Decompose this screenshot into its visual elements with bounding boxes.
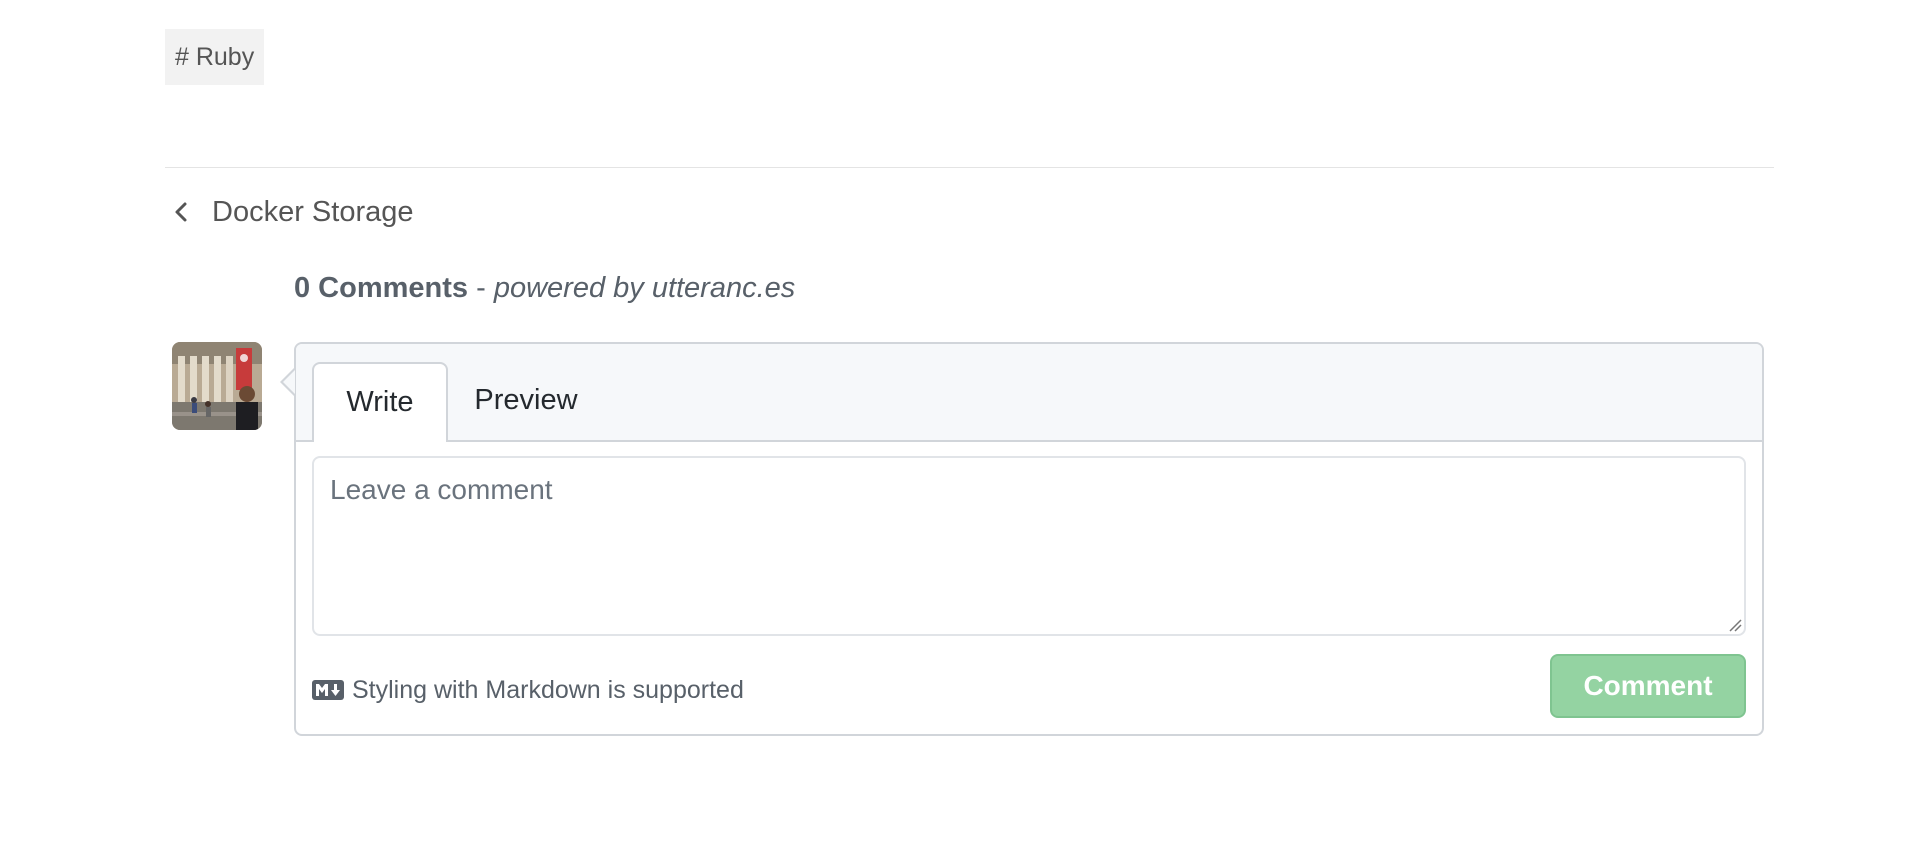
section-divider [165,167,1774,168]
markdown-note-text: Styling with Markdown is supported [352,675,744,704]
comment-input[interactable] [312,456,1746,636]
avatar[interactable] [172,342,262,430]
page: # Ruby Docker Storage 0 Comments - power… [0,0,1916,854]
comment-box-arrow-inner [283,370,295,394]
markdown-icon [312,680,344,700]
tab-preview[interactable]: Preview [458,362,594,442]
tab-write[interactable]: Write [312,362,448,442]
comment-button[interactable]: Comment [1550,654,1746,718]
resize-handle-icon[interactable] [1728,618,1742,632]
comments-separator: - [468,272,494,304]
editor-tab-bar: Write Preview [296,344,1762,442]
previous-post-title: Docker Storage [212,195,414,228]
markdown-support-note[interactable]: Styling with Markdown is supported [312,670,744,710]
chevron-left-icon [170,200,194,224]
previous-post-link[interactable]: Docker Storage [170,190,414,234]
comments-header: 0 Comments - powered by utteranc.es [294,268,795,308]
powered-by-link[interactable]: powered by utteranc.es [494,272,795,304]
comment-box: Write Preview Styling with Markdown is s… [294,342,1764,736]
tag-ruby[interactable]: # Ruby [165,29,265,85]
comments-count: 0 Comments [294,272,469,304]
